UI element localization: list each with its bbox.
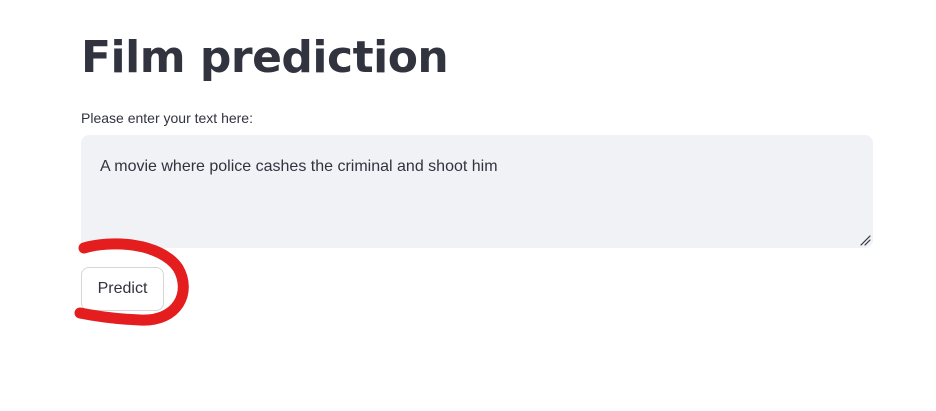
- text-input-area[interactable]: A movie where police cashes the criminal…: [81, 135, 873, 248]
- text-input-value[interactable]: A movie where police cashes the criminal…: [100, 156, 498, 178]
- predict-button[interactable]: Predict: [81, 267, 164, 311]
- resize-handle-icon[interactable]: [859, 234, 871, 246]
- page-title: Film prediction: [81, 32, 449, 83]
- text-input-label: Please enter your text here:: [81, 110, 253, 126]
